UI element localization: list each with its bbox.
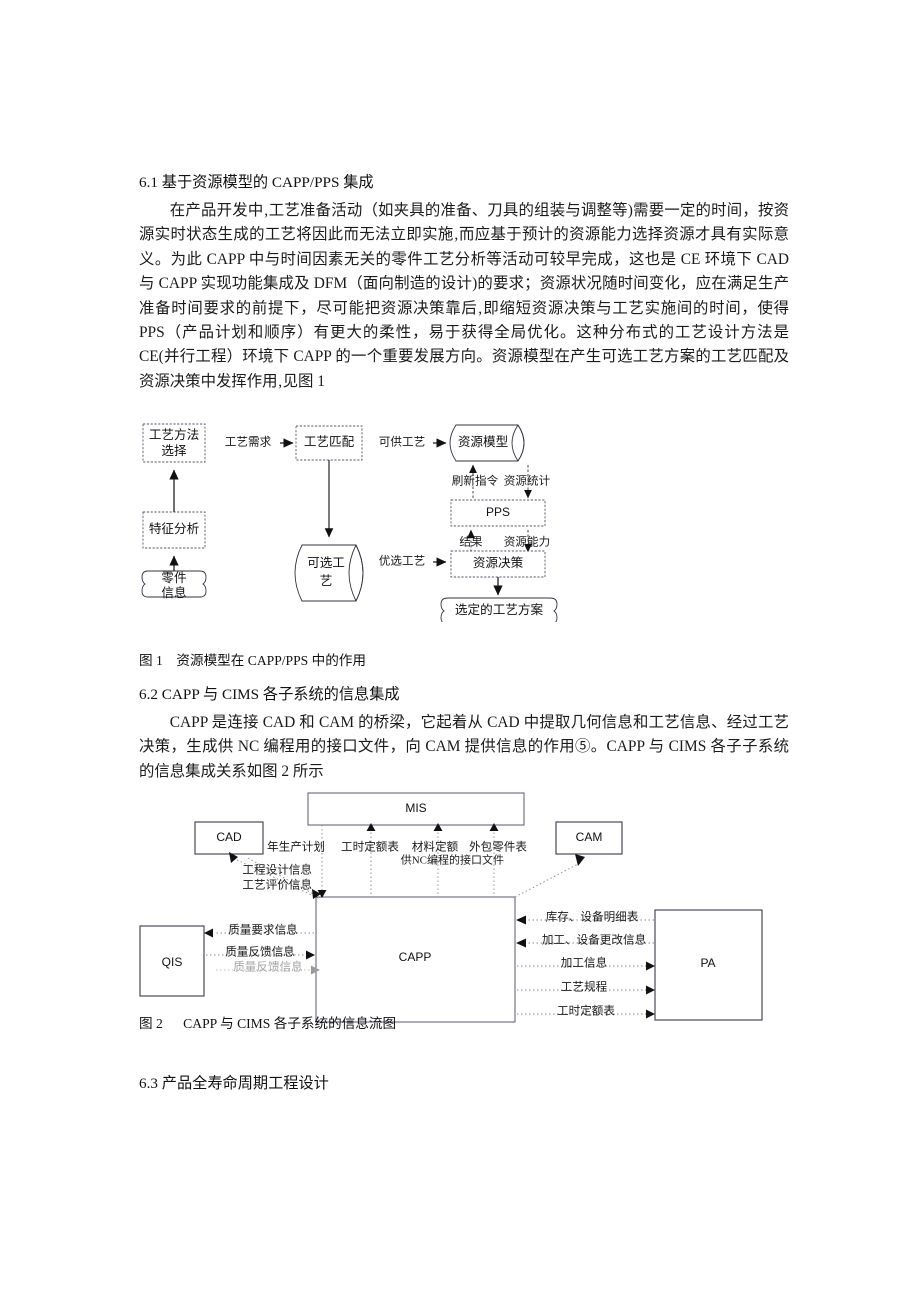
figure-2-caption: 图 2 CAPP 与 CIMS 各子系统的信息流图 bbox=[139, 1016, 397, 1031]
fig2-edge-labor-quota-table: 工时定额表 bbox=[341, 840, 399, 854]
fig2-label-capp: CAPP bbox=[399, 950, 432, 964]
fig2-edge-labor-quota-table-2: 工时定额表 bbox=[557, 1004, 615, 1018]
fig1-label-selected-plan: 选定的工艺方案 bbox=[455, 602, 544, 617]
fig1-edge-resource-statistics: 资源统计 bbox=[504, 474, 551, 488]
fig1-node-part-info: 零件 信息 bbox=[141, 570, 207, 600]
fig2-edge-engineering-design-info: 工程设计信息 bbox=[242, 863, 312, 877]
fig2-label-cad: CAD bbox=[216, 830, 242, 844]
fig2-arrowhead-quality-feedback-info bbox=[306, 950, 315, 960]
fig2-arrowhead-process-spec bbox=[646, 985, 655, 995]
fig1-node-process-match: 工艺匹配 bbox=[295, 425, 363, 461]
fig2-edge-process-evaluation-info: 工艺评价信息 bbox=[242, 878, 312, 892]
section-heading-6-2: 6.2 CAPP 与 CIMS 各子系统的信息集成 bbox=[139, 686, 400, 703]
fig2-arrowhead-quality-requirement-info bbox=[204, 928, 213, 938]
figure-1-resource-model-capp-pps: 工艺方法 选择 特征分析 零件 信息 工艺需求 工艺匹配 可选工 艺 可供工艺 … bbox=[130, 412, 600, 627]
fig1-edge-resource-capability: 资源能力 bbox=[504, 535, 550, 549]
fig1-label-feature-analysis: 特征分析 bbox=[149, 522, 200, 536]
fig1-node-feature-analysis: 特征分析 bbox=[142, 511, 206, 549]
fig2-label-mis: MIS bbox=[405, 801, 426, 815]
fig1-label-part-info-1: 零件 bbox=[161, 571, 186, 585]
fig1-label-part-info-2: 信息 bbox=[161, 585, 186, 600]
fig2-label-cam: CAM bbox=[576, 830, 603, 844]
section-heading-6-1: 6.1 基于资源模型的 CAPP/PPS 集成 bbox=[139, 174, 374, 191]
fig2-edge-quality-requirement-info: 质量要求信息 bbox=[228, 923, 298, 937]
section-paragraph-6-2: CAPP 是连接 CAD 和 CAM 的桥梁，它起着从 CAD 中提取几何信息和… bbox=[139, 714, 789, 780]
section-heading-6-3: 6.3 产品全寿命周期工程设计 bbox=[139, 1075, 329, 1092]
fig1-node-process-method-select: 工艺方法 选择 bbox=[142, 423, 206, 463]
fig1-node-optional-process: 可选工 艺 bbox=[294, 544, 364, 602]
fig1-edge-preferred-process: 优选工艺 bbox=[379, 555, 425, 568]
fig2-edge-machining-equipment-change-info: 加工、设备更改信息 bbox=[542, 933, 646, 947]
fig1-label-optional-process-2: 艺 bbox=[320, 574, 333, 588]
fig1-label-resource-model: 资源模型 bbox=[458, 435, 508, 449]
fig1-label-process-method-select-1: 工艺方法 bbox=[149, 427, 199, 442]
fig2-edge-material-quota: 材料定额 bbox=[412, 840, 459, 854]
fig2-label-pa: PA bbox=[700, 956, 715, 970]
fig1-node-resource-model: 资源模型 bbox=[449, 424, 525, 462]
fig1-label-optional-process-1: 可选工 bbox=[307, 556, 345, 570]
fig2-arrowhead-machining-equipment-change-info bbox=[516, 938, 526, 948]
fig1-node-selected-plan: 选定的工艺方案 bbox=[440, 597, 558, 625]
figure-2-capp-cims-information-flow: MIS CAD CAM QIS CAPP PA 年生产计划 工时定额表 材料定额… bbox=[132, 786, 782, 1036]
fig2-node-qis: QIS bbox=[139, 925, 205, 997]
fig1-label-process-method-select-2: 选择 bbox=[161, 444, 187, 458]
fig2-edge-inventory-equipment-list: 库存、设备明细表 bbox=[546, 910, 639, 924]
figure-1-caption: 图 1 资源模型在 CAPP/PPS 中的作用 bbox=[139, 653, 366, 668]
fig1-node-resource-decision: 资源决策 bbox=[450, 550, 546, 578]
fig2-edge-machining-info: 加工信息 bbox=[561, 956, 607, 970]
fig1-edge-available-process: 可供工艺 bbox=[379, 435, 425, 449]
fig2-edge-process-spec: 工艺规程 bbox=[561, 980, 608, 994]
fig2-node-cam: CAM bbox=[555, 821, 623, 855]
fig2-node-mis: MIS bbox=[307, 792, 525, 826]
fig2-arrowhead-labor-quota-table-2 bbox=[646, 1009, 655, 1019]
fig2-node-cad: CAD bbox=[194, 821, 264, 855]
fig2-arrowhead-machining-info bbox=[646, 961, 655, 971]
section-paragraph-6-1: 在产品开发中‚工艺准备活动（如夹具的准备、刀具的组装与调整等)需要一定的时间，按… bbox=[139, 202, 793, 390]
fig1-edge-process-requirement: 工艺需求 bbox=[225, 436, 272, 449]
fig2-edge-quality-feedback-info: 质量反馈信息 bbox=[225, 945, 295, 959]
fig2-node-pa: PA bbox=[654, 909, 763, 1021]
fig1-edge-refresh-command: 刷新指令 bbox=[452, 474, 499, 488]
document-page: 6.1 基于资源模型的 CAPP/PPS 集成 在产品开发中‚工艺准备活动（如夹… bbox=[0, 0, 920, 1302]
fig2-node-capp: CAPP bbox=[315, 896, 516, 1023]
fig1-node-pps: PPS bbox=[450, 499, 546, 527]
fig1-label-pps: PPS bbox=[486, 505, 510, 519]
fig2-arrowhead-inventory-equipment-list bbox=[516, 915, 526, 925]
fig2-edge-nc-interface-file: 供NC编程的接口文件 bbox=[401, 853, 504, 867]
fig2-label-qis: QIS bbox=[162, 955, 183, 969]
fig2-line-nc-interface-file bbox=[514, 861, 583, 898]
fig2-edge-outsourced-parts-list: 外包零件表 bbox=[469, 840, 527, 854]
fig2-edge-annual-production-plan: 年生产计划 bbox=[267, 840, 325, 854]
fig2-edge-quality-feedback-info-ghost: 质量反馈信息 bbox=[233, 960, 303, 974]
fig2-arrowhead-nc-interface-file bbox=[575, 854, 585, 866]
fig1-label-process-match: 工艺匹配 bbox=[304, 435, 355, 449]
fig1-label-resource-decision: 资源决策 bbox=[473, 555, 524, 570]
